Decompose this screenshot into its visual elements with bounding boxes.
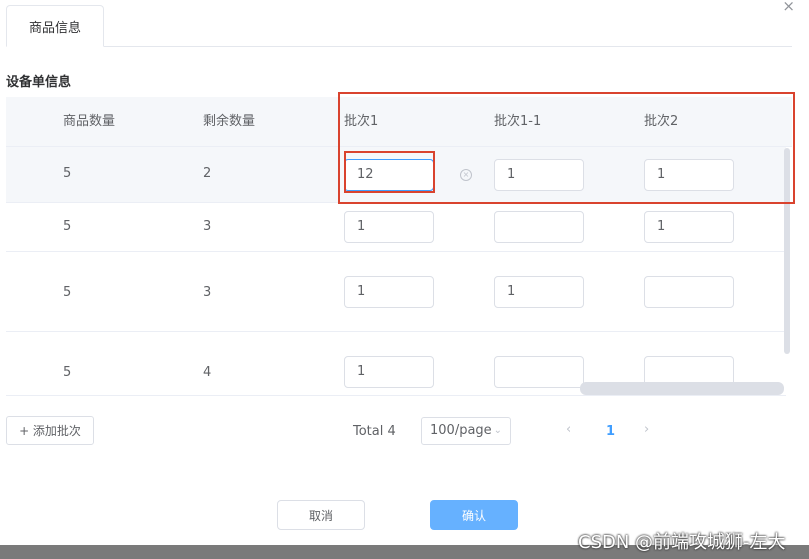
confirm-button[interactable]: 确认 [430,500,518,530]
batch-2-input[interactable]: 1 [644,211,734,243]
vertical-scrollbar[interactable] [784,148,790,354]
header-product-qty: 商品数量 [63,114,116,129]
page-size-value: 100/page [430,423,492,438]
current-page[interactable]: 1 [606,424,615,439]
cell-product-qty: 5 [63,166,72,181]
tabs-bar: 商品信息 [6,0,792,47]
add-batch-button[interactable]: + 添加批次 [6,416,94,445]
cell-product-qty: 5 [63,365,72,380]
batch-1-1-input[interactable] [494,211,584,243]
horizontal-scrollbar[interactable] [580,382,784,395]
cancel-button[interactable]: 取消 [277,500,365,530]
section-title: 设备单信息 [6,75,72,90]
batch-1-input[interactable]: 12 [344,159,434,191]
header-batch-2: 批次2 [644,114,679,129]
next-page-icon[interactable]: › [644,422,649,437]
batch-2-input[interactable] [644,276,734,308]
batch-1-input[interactable]: 1 [344,211,434,243]
batch-1-input[interactable]: 1 [344,276,434,308]
batch-1-1-input[interactable]: 1 [494,159,584,191]
batch-1-1-input[interactable] [494,356,584,388]
cell-remaining-qty: 3 [203,219,212,234]
cell-remaining-qty: 2 [203,166,212,181]
watermark: CSDN @前端攻城狮-左大 [578,532,786,553]
page-size-select[interactable]: 100/page ⌄ [421,417,511,445]
header-remaining-qty: 剩余数量 [203,114,256,129]
chevron-down-icon: ⌄ [493,425,502,436]
table-row: 5 2 12 × 1 1 [6,147,786,203]
batch-1-1-input[interactable]: 1 [494,276,584,308]
cell-remaining-qty: 3 [203,285,212,300]
table-header: 商品数量 剩余数量 批次1 批次1-1 批次2 [6,97,792,147]
tab-product-info[interactable]: 商品信息 [6,5,104,47]
cell-product-qty: 5 [63,285,72,300]
clear-icon[interactable]: × [460,169,472,181]
cell-remaining-qty: 4 [203,365,212,380]
header-batch-1-1: 批次1-1 [494,114,542,129]
batch-2-input[interactable]: 1 [644,159,734,191]
prev-page-icon[interactable]: ‹ [566,422,571,437]
batch-table: 商品数量 剩余数量 批次1 批次1-1 批次2 5 2 12 × 1 1 5 3… [6,97,792,397]
table-row: 5 3 1 1 [6,252,786,332]
cell-product-qty: 5 [63,219,72,234]
header-batch-1: 批次1 [344,114,379,129]
table-row: 5 3 1 1 [6,203,786,252]
batch-1-input[interactable]: 1 [344,356,434,388]
pagination-total: Total 4 [353,424,396,439]
